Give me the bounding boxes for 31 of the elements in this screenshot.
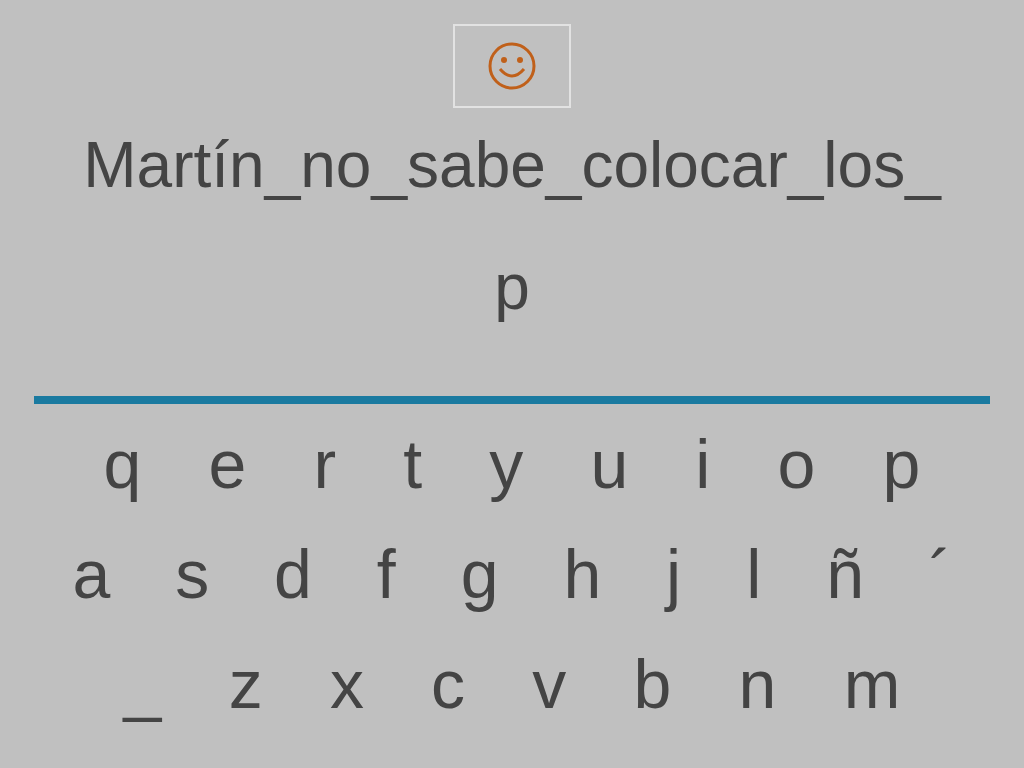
letter-key[interactable]: a xyxy=(64,524,119,624)
letter-key[interactable]: v xyxy=(524,634,575,734)
letter-key[interactable]: d xyxy=(266,524,320,624)
phrase-text: p xyxy=(494,250,530,325)
smiley-button[interactable] xyxy=(453,24,571,108)
letter-key[interactable]: e xyxy=(200,414,255,514)
letter-key[interactable]: h xyxy=(555,524,610,624)
letter-key[interactable]: j xyxy=(658,524,690,624)
letter-key[interactable]: n xyxy=(730,634,785,734)
letter-key[interactable]: b xyxy=(625,634,680,734)
letter-key[interactable]: q xyxy=(95,414,150,514)
letter-key[interactable]: t xyxy=(395,414,431,514)
letter-key[interactable]: g xyxy=(452,524,507,624)
letter-key[interactable]: o xyxy=(769,414,824,514)
letter-key[interactable]: u xyxy=(582,414,637,514)
letter-key[interactable]: s xyxy=(167,524,218,624)
letter-key[interactable]: ñ xyxy=(818,524,872,624)
letter-key[interactable]: i xyxy=(687,414,719,514)
letter-key[interactable]: f xyxy=(368,524,404,624)
letter-key[interactable]: l xyxy=(738,524,770,624)
letter-key[interactable]: _ xyxy=(115,634,170,734)
letter-key[interactable]: x xyxy=(321,634,372,734)
smiley-icon xyxy=(487,41,537,91)
letter-key[interactable]: m xyxy=(835,634,909,734)
letter-key[interactable]: z xyxy=(220,634,271,734)
letter-key[interactable]: p xyxy=(874,414,929,514)
letter-key[interactable]: ´ xyxy=(920,524,960,624)
letter-key[interactable]: c xyxy=(423,634,474,734)
letter-key[interactable]: r xyxy=(305,414,345,514)
letter-key[interactable]: y xyxy=(481,414,532,514)
phrase-text: Martín_no_sabe_colocar_los_ xyxy=(83,128,941,203)
